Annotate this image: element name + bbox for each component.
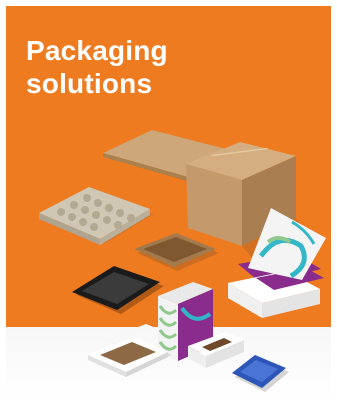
blue-plastic-tray — [232, 355, 289, 392]
headline-line-1: Packaging — [26, 35, 168, 66]
black-plastic-tray — [72, 266, 164, 314]
kraft-tray — [134, 233, 219, 271]
headline-line-2: solutions — [26, 68, 153, 99]
egg-tray — [39, 187, 154, 245]
banner-headline: Packaging solutions — [26, 34, 168, 100]
packaging-banner-card[interactable]: Packaging solutions — [6, 6, 331, 403]
